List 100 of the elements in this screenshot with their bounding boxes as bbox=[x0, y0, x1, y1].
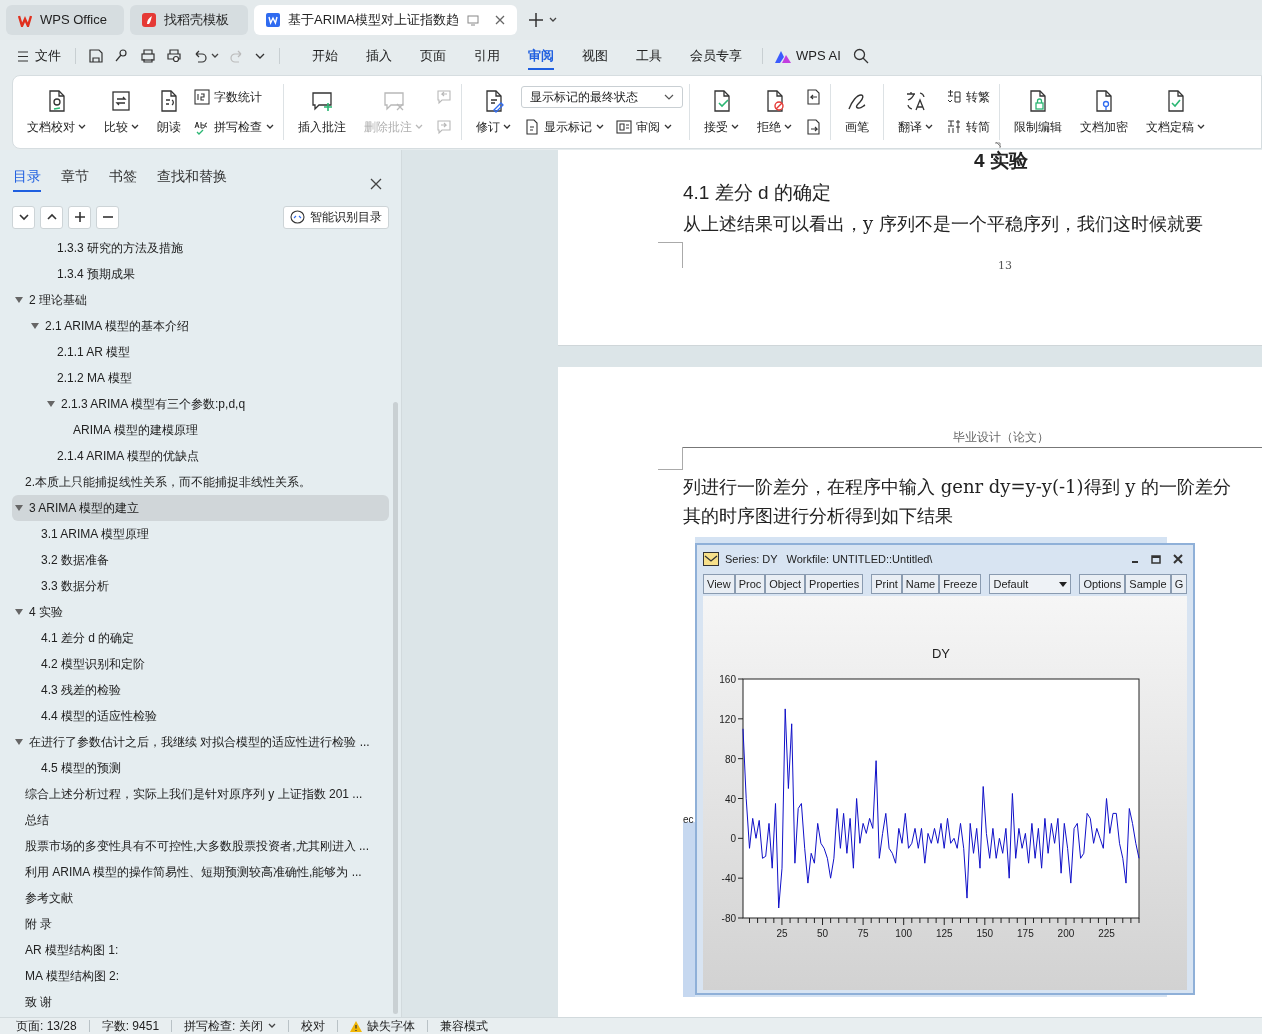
status-item[interactable]: 字数: 9451 bbox=[101, 1017, 160, 1034]
toc-item[interactable]: 3.2 数据准备 bbox=[12, 547, 389, 573]
app-tab[interactable]: 找稻壳模板 bbox=[130, 5, 248, 35]
ribbon-button[interactable]: 拒绝 bbox=[749, 82, 800, 142]
ribbon-button[interactable]: 字数统计 bbox=[191, 86, 265, 108]
ribbon-button[interactable]: 审阅 bbox=[613, 116, 675, 138]
ribbon-button[interactable]: 显示标记 bbox=[521, 116, 607, 138]
toc-item[interactable]: 4 实验 bbox=[12, 599, 389, 625]
caret-icon bbox=[784, 123, 792, 130]
status-item[interactable]: 页面: 13/28 bbox=[16, 1017, 77, 1034]
ribbon-button[interactable]: 文档校对 bbox=[19, 82, 94, 142]
toc-item[interactable]: 4.5 模型的预测 bbox=[12, 755, 389, 781]
toc-item[interactable]: 4.2 模型识别和定阶 bbox=[12, 651, 389, 677]
body-text-line: 其的时序图进行分析得到如下结果 bbox=[683, 504, 954, 528]
toolbar-button[interactable]: Object bbox=[765, 574, 806, 594]
toc-item[interactable]: 2.1.1 AR 模型 bbox=[12, 339, 389, 365]
ai-button[interactable]: WPS AI bbox=[775, 46, 841, 66]
sidebar-tab[interactable]: 查找和替换 bbox=[157, 166, 227, 192]
ribbon-button[interactable]: 接受 bbox=[696, 82, 747, 142]
expand-button[interactable] bbox=[40, 205, 63, 229]
app-tab[interactable]: WPS Office bbox=[6, 5, 124, 35]
toolbar-button[interactable]: Proc bbox=[734, 574, 766, 594]
ribbon-button[interactable]: 翻译 bbox=[890, 82, 941, 142]
toc-item[interactable]: AR 模型结构图 1: bbox=[12, 937, 389, 963]
toc-item[interactable]: 股票市场的多变性具有不可控性,大多数股票投资者,尤其刚进入 ... bbox=[12, 833, 389, 859]
toc-item[interactable]: 3.1 ARIMA 模型原理 bbox=[12, 521, 389, 547]
remove-level-button[interactable] bbox=[96, 205, 119, 229]
ribbon-button[interactable]: 转简 bbox=[943, 116, 993, 138]
save-button[interactable] bbox=[88, 48, 104, 64]
view-dropdown[interactable]: Default bbox=[989, 574, 1072, 594]
ribbon-tab[interactable]: 开始 bbox=[298, 40, 352, 72]
ribbon-button[interactable]: 朗读 bbox=[149, 82, 189, 142]
toc-item[interactable]: 利用 ARIMA 模型的操作简易性、短期预测较高准确性,能够为 ... bbox=[12, 859, 389, 885]
y-tick-label: 160 bbox=[719, 674, 736, 685]
ribbon-button[interactable]: 文档加密 bbox=[1072, 82, 1136, 142]
toc-item[interactable]: 2.1 ARIMA 模型的基本介绍 bbox=[12, 313, 389, 339]
toc-item[interactable]: 2 理论基础 bbox=[12, 287, 389, 313]
ribbon-tab[interactable]: 会员专享 bbox=[676, 40, 756, 72]
toc-item[interactable]: 4.4 模型的适应性检验 bbox=[12, 703, 389, 729]
status-item[interactable]: 拼写检查: 关闭 bbox=[184, 1017, 276, 1034]
sidebar-tab[interactable]: 书签 bbox=[109, 166, 137, 192]
ribbon-tab[interactable]: 视图 bbox=[568, 40, 622, 72]
ribbon-button[interactable]: 文档定稿 bbox=[1138, 82, 1213, 142]
ribbon-tab[interactable]: 插入 bbox=[352, 40, 406, 72]
toc-item[interactable]: 总结 bbox=[12, 807, 389, 833]
caret-icon bbox=[664, 124, 672, 130]
toc-item[interactable]: 2.1.2 MA 模型 bbox=[12, 365, 389, 391]
toolbar-button[interactable]: Freeze bbox=[939, 574, 982, 594]
section-heading: 4.1 差分 d 的确定 bbox=[683, 181, 832, 205]
collapse-button[interactable] bbox=[12, 205, 35, 229]
toolbar-button[interactable]: Options bbox=[1079, 574, 1126, 594]
scrollbar[interactable] bbox=[393, 402, 398, 1014]
ribbon-tab[interactable]: 页面 bbox=[406, 40, 460, 72]
toc-item[interactable]: 参考文献 bbox=[12, 885, 389, 911]
toolbar-button[interactable]: Properties bbox=[805, 574, 864, 594]
status-item[interactable]: 校对 bbox=[300, 1017, 325, 1034]
toc-item[interactable]: 综合上述分析过程，实际上我们是针对原序列 y 上证指数 201 ... bbox=[12, 781, 389, 807]
toc-item[interactable]: 1.3.4 预期成果 bbox=[12, 261, 389, 287]
smart-toc-button[interactable]: 智能识别目录 bbox=[283, 205, 389, 229]
ribbon-button[interactable]: 插入批注 bbox=[290, 82, 354, 142]
ribbon-button[interactable]: 比较 bbox=[96, 82, 147, 142]
sidebar-tab[interactable]: 章节 bbox=[61, 166, 89, 192]
ribbon-button[interactable]: 拼写检查 bbox=[191, 116, 277, 138]
ribbon-button[interactable]: 画笔 bbox=[837, 82, 877, 142]
toc-item[interactable]: 1.3.3 研究的方法及措施 bbox=[12, 235, 389, 261]
status-item[interactable]: 缺失字体 bbox=[349, 1017, 415, 1034]
toolbar-button[interactable]: Sample bbox=[1125, 574, 1171, 594]
toc-item[interactable]: 在进行了参数估计之后，我继续 对拟合模型的适应性进行检验 ... bbox=[12, 729, 389, 755]
monitor-icon bbox=[467, 14, 480, 26]
ribbon-button[interactable]: 转繁 bbox=[943, 86, 993, 108]
toc-item[interactable]: 附 录 bbox=[12, 911, 389, 937]
body-text-line: 列进行一阶差分，在程序中输入 genr dy=y-y(-1)得到 y 的一阶差分 bbox=[683, 475, 1232, 499]
toc-item[interactable]: 3.3 数据分析 bbox=[12, 573, 389, 599]
ribbon-tab[interactable]: 引用 bbox=[460, 40, 514, 72]
sidebar-tab[interactable]: 目录 bbox=[13, 166, 41, 192]
toc-item[interactable]: 2.本质上只能捕捉线性关系，而不能捕捉非线性关系。 bbox=[12, 469, 389, 495]
toc-item[interactable]: 2.1.4 ARIMA 模型的优缺点 bbox=[12, 443, 389, 469]
toc-item[interactable]: ARIMA 模型的建模原理 bbox=[12, 417, 389, 443]
print-button[interactable] bbox=[140, 48, 156, 64]
print-preview-button[interactable] bbox=[166, 48, 182, 64]
add-level-button[interactable] bbox=[68, 205, 91, 229]
status-item[interactable]: 兼容模式 bbox=[439, 1017, 488, 1034]
toc-item[interactable]: 3 ARIMA 模型的建立 bbox=[12, 495, 389, 521]
ribbon-button[interactable]: 修订 bbox=[468, 82, 519, 142]
markup-dropdown[interactable]: 显示标记的最终状态 bbox=[521, 86, 683, 108]
toc-item[interactable]: MA 模型结构图 2: bbox=[12, 963, 389, 989]
ribbon-tab[interactable]: 审阅 bbox=[514, 40, 568, 72]
toc-item[interactable]: 4.3 残差的检验 bbox=[12, 677, 389, 703]
toc-item[interactable]: 2.1.3 ARIMA 模型有三个参数:p,d,q bbox=[12, 391, 389, 417]
caret-icon bbox=[211, 53, 219, 59]
expand-icon bbox=[995, 142, 1001, 148]
toc-item[interactable]: 4.1 差分 d 的确定 bbox=[12, 625, 389, 651]
toolbar-button[interactable]: View bbox=[703, 574, 735, 594]
ribbon-button[interactable]: 限制编辑 bbox=[1006, 82, 1070, 142]
toc-item[interactable]: 致 谢 bbox=[12, 989, 389, 1015]
toolbar-button[interactable]: Print bbox=[871, 574, 902, 594]
app-tab[interactable]: 基于ARIMA模型对上证指数趋 bbox=[254, 5, 518, 35]
ribbon-tab[interactable]: 工具 bbox=[622, 40, 676, 72]
toolbar-button[interactable]: Name bbox=[901, 574, 940, 594]
file-menu[interactable]: 文件 bbox=[35, 46, 61, 66]
